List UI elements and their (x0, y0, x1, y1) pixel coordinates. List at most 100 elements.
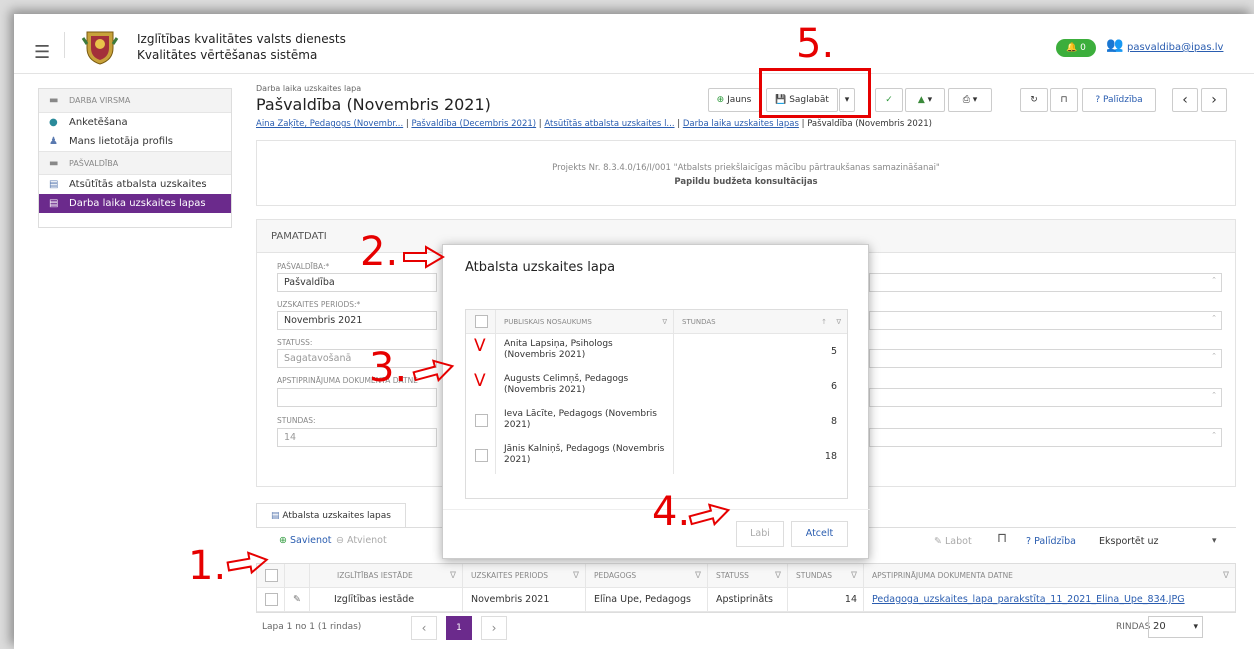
filter-icon[interactable]: ∇ (836, 310, 841, 334)
col-header[interactable]: PUBLISKAIS NOSAUKUMS ∇ (496, 310, 674, 333)
pager-next-button[interactable]: › (481, 616, 507, 640)
drive-button[interactable]: ▲ ▾ (905, 88, 945, 112)
cell-period: Novembris 2021 (463, 588, 586, 612)
municipality-field[interactable]: Pašvaldība (277, 273, 437, 292)
row-checkbox-cell (466, 439, 496, 474)
folder-icon: ▬ (49, 158, 59, 169)
sidebar-item-darba-laika[interactable]: ▤ Darba laika uzskaites lapas (39, 194, 231, 213)
pager-page-button[interactable]: 1 (446, 616, 472, 640)
edit-button[interactable]: ✎ Labot (934, 536, 972, 547)
grid-help-button[interactable]: ? Palīdzība (1026, 536, 1076, 547)
document-field[interactable] (277, 388, 437, 407)
filter-icon[interactable]: ∇ (695, 564, 701, 588)
check-mark[interactable]: V (474, 338, 486, 355)
right-field[interactable] (869, 273, 1222, 292)
sidebar-section-pasvaldiba[interactable]: ▬ PAŠVALDĪBA (39, 151, 231, 175)
help-button[interactable]: ? Palīdzība (1082, 88, 1156, 112)
crumb-link[interactable]: Pašvaldība (Decembris 2021) (411, 119, 536, 129)
sidebar-item-profile[interactable]: ♟ Mans lietotāja profils (39, 132, 231, 151)
hours-field: 14 (277, 428, 437, 447)
disconnect-button[interactable]: ⊖ Atvienot (336, 535, 387, 546)
dialog-row[interactable]: Jānis Kalniņš, Pedagogs (Novembris 2021)… (466, 439, 847, 474)
next-button[interactable]: › (1201, 88, 1227, 112)
col-header[interactable]: UZSKAITES PERIODS ∇ (463, 564, 586, 588)
sheet-icon: ▤ (49, 179, 59, 190)
right-field[interactable] (869, 428, 1222, 447)
crumb-link[interactable]: Darba laika uzskaites lapas (683, 119, 799, 129)
right-field[interactable] (869, 388, 1222, 407)
col-header[interactable]: PEDAGOGS ∇ (586, 564, 708, 588)
notification-count: 0 (1080, 43, 1086, 53)
dialog-grid: PUBLISKAIS NOSAUKUMS ∇ STUNDAS ↑ ∇ V Anita … (465, 309, 848, 499)
annotation-1: 1. (188, 543, 227, 589)
export-button[interactable]: Eksportēt uz (1099, 536, 1159, 547)
unlock-icon[interactable]: ⊓ (997, 531, 1007, 546)
support-sheets-grid: IZGLĪTĪBAS IESTĀDE ∇ UZSKAITES PERIODS ∇ P… (256, 563, 1236, 613)
row-edit-cell: ✎ (285, 588, 310, 612)
chevron-right-icon: › (1211, 92, 1217, 108)
col-header[interactable]: STATUSS ∇ (708, 564, 788, 588)
right-field[interactable] (869, 311, 1222, 330)
select-all-checkbox[interactable] (475, 315, 488, 328)
filter-icon[interactable]: ∇ (573, 564, 579, 588)
lock-button[interactable]: ⊓ (1050, 88, 1078, 112)
sidebar-section-label: DARBA VIRSMA (69, 96, 131, 105)
cell-hours: 14 (788, 588, 864, 612)
sort-icon[interactable]: ↑ (821, 310, 827, 334)
filter-icon[interactable]: ∇ (851, 564, 857, 588)
dialog-row[interactable]: V Augusts Celimņš, Pedagogs (Novembris 2… (466, 369, 847, 404)
filter-icon[interactable]: ∇ (1223, 564, 1229, 588)
ok-button[interactable]: Labi (736, 521, 784, 547)
filter-icon[interactable]: ∇ (775, 564, 781, 588)
refresh-button[interactable]: ↻ (1020, 88, 1048, 112)
rows-select[interactable]: 20 ▾ (1148, 616, 1203, 638)
caret-down-icon: ▾ (972, 95, 978, 105)
dialog-row[interactable]: V Anita Lapsiņa, Psihologs (Novembris 20… (466, 334, 847, 369)
sidebar-item-atsutitas[interactable]: ▤Atsūtītās atbalsta uzskaites lapas (39, 175, 231, 209)
crumb-link[interactable]: Aina Zaķīte, Pedagogs (Novembr... (256, 119, 403, 129)
right-field[interactable] (869, 349, 1222, 368)
row-checkbox[interactable] (475, 414, 488, 427)
col-header[interactable]: IZGLĪTĪBAS IESTĀDE ∇ (310, 564, 463, 588)
row-checkbox[interactable] (265, 593, 278, 606)
col-header[interactable]: STUNDAS ↑ ∇ (674, 310, 847, 333)
header-checkbox-cell (466, 310, 496, 333)
crumb-link[interactable]: Atsūtītās atbalsta uzskaites l... (544, 119, 674, 129)
plus-icon: ⊕ (716, 95, 725, 105)
connect-button[interactable]: ⊕ Savienot (279, 535, 332, 546)
row-hours: 5 (830, 346, 837, 357)
sidebar-item-anketesana[interactable]: ● Anketēšana (39, 113, 231, 132)
sidebar-item-label: Mans lietotāja profils (69, 136, 174, 147)
folder-icon: ▬ (49, 95, 59, 106)
new-button[interactable]: ⊕ Jauns (708, 88, 760, 112)
user-link[interactable]: pasvaldiba@ipas.lv (1127, 42, 1223, 53)
prev-button[interactable]: ‹ (1172, 88, 1198, 112)
col-header[interactable]: STUNDAS ∇ (788, 564, 864, 588)
chevron-right-icon: › (491, 621, 497, 635)
rows-label: RINDAS (1116, 622, 1151, 632)
menu-icon[interactable]: ☰ (34, 42, 50, 63)
caret-down-icon[interactable]: ▾ (1212, 536, 1217, 546)
check-mark[interactable]: V (474, 373, 486, 390)
pager-info: Lapa 1 no 1 (1 rindas) (262, 622, 362, 632)
print-button[interactable]: ⎙ ▾ (948, 88, 992, 112)
pencil-icon[interactable]: ✎ (293, 594, 301, 605)
table-row[interactable]: ✎ Izglītības iestāde Novembris 2021 Elīn… (257, 588, 1235, 612)
sidebar-section-darba-virsma[interactable]: ▬ DARBA VIRSMA (39, 89, 231, 113)
period-field[interactable]: Novembris 2021 (277, 311, 437, 330)
cell-document-link[interactable]: Pedagoga_uzskaites_lapa_parakstīta_11_20… (864, 588, 1235, 612)
row-checkbox[interactable] (475, 449, 488, 462)
col-header[interactable]: APSTIPRINĀJUMA DOKUMENTA DATNE ∇ (864, 564, 1235, 588)
filter-icon[interactable]: ∇ (662, 315, 667, 329)
tab-atbalsta-uzskaites-lapas[interactable]: ▤ Atbalsta uzskaites lapas (256, 503, 406, 528)
notification-badge[interactable]: 🔔 0 (1056, 39, 1096, 57)
rows-value: 20 (1153, 621, 1166, 632)
pager-prev-button[interactable]: ‹ (411, 616, 437, 640)
cancel-button[interactable]: Atcelt (791, 521, 848, 547)
annotation-2: 2. (360, 229, 399, 275)
caret-down-icon: ▾ (1193, 622, 1198, 632)
arrow-icon (226, 551, 269, 575)
approve-button[interactable]: ✓ (875, 88, 903, 112)
filter-icon[interactable]: ∇ (450, 564, 456, 588)
dialog-row[interactable]: Ieva Lācīte, Pedagogs (Novembris 2021) 8 (466, 404, 847, 439)
